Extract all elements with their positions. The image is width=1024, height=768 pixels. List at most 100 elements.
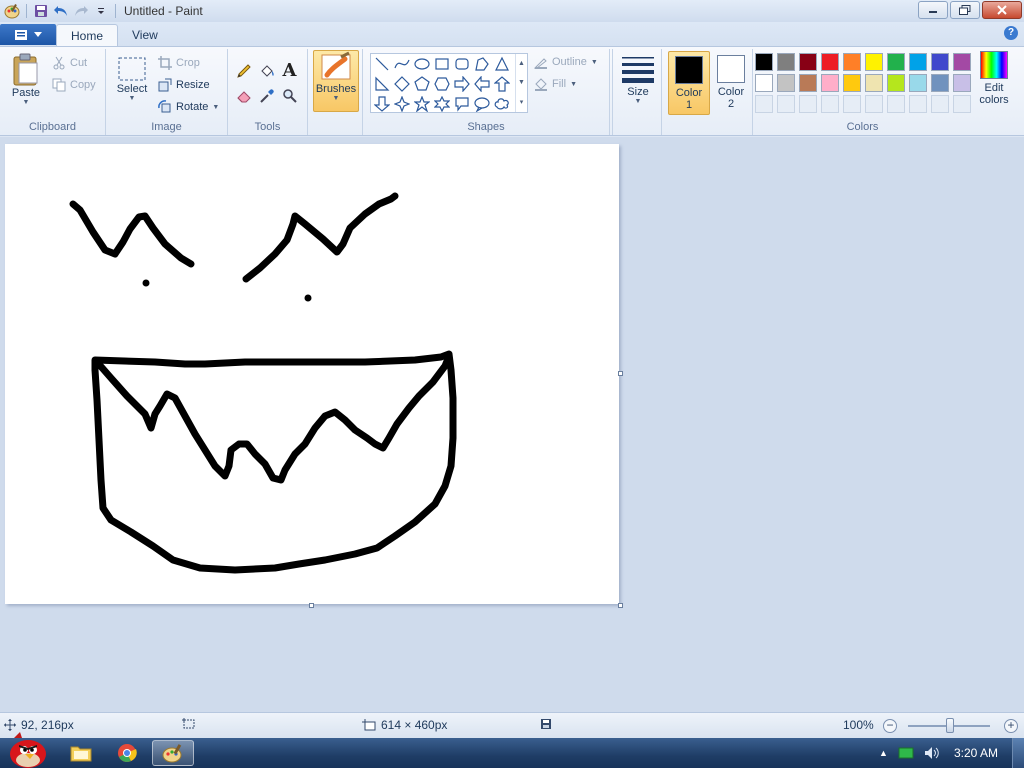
canvas-size-icon: [362, 719, 376, 731]
canvas-size-text: 614 × 460px: [381, 718, 448, 732]
resize-button[interactable]: Resize: [158, 75, 210, 95]
selection-size-icon: [182, 718, 195, 729]
color-picker-icon[interactable]: [256, 85, 277, 106]
chevron-down-icon: ▼: [128, 95, 136, 102]
chevron-down-icon: ▼: [212, 103, 220, 111]
triangle-shape-icon[interactable]: [492, 54, 512, 74]
six-point-star-shape-icon[interactable]: [432, 94, 452, 114]
expand-gallery-icon[interactable]: ▾: [520, 98, 524, 106]
canvas-resize-handle-corner[interactable]: [618, 603, 623, 608]
down-arrow-shape-icon[interactable]: [372, 94, 392, 114]
oval-callout-shape-icon[interactable]: [472, 94, 492, 114]
system-tray: ▲ 3:20 AM: [879, 738, 1024, 768]
chrome-icon: [118, 744, 137, 762]
redo-icon[interactable]: [71, 1, 91, 21]
show-hidden-icons-chevron-icon[interactable]: ▲: [879, 748, 888, 758]
crop-button[interactable]: Crop: [158, 53, 200, 73]
file-size: [540, 718, 552, 730]
zoom-in-button[interactable]: +: [1004, 719, 1018, 733]
paste-label: Paste: [11, 87, 41, 99]
outline-button[interactable]: Outline ▼: [534, 52, 598, 72]
color-spectrum-icon: [980, 51, 1008, 79]
rectangle-shape-icon[interactable]: [432, 54, 452, 74]
zoom-slider-thumb[interactable]: [946, 718, 954, 733]
canvas-resize-handle-right[interactable]: [618, 371, 623, 376]
customize-qat-chevron-icon[interactable]: [91, 1, 111, 21]
outline-icon: [534, 58, 547, 69]
size-label: Size: [627, 86, 649, 98]
show-desktop-button[interactable]: [1012, 738, 1024, 768]
cloud-callout-shape-icon[interactable]: [492, 94, 512, 114]
taskbar-chrome-button[interactable]: [106, 740, 148, 766]
scroll-up-icon[interactable]: ▲: [518, 60, 525, 67]
rounded-callout-shape-icon[interactable]: [452, 94, 472, 114]
size-button[interactable]: Size ▼: [619, 54, 657, 105]
magnifier-icon[interactable]: [279, 85, 300, 106]
text-tool-icon[interactable]: A: [279, 60, 300, 81]
line-shape-icon[interactable]: [372, 54, 392, 74]
diamond-shape-icon[interactable]: [392, 74, 412, 94]
close-button[interactable]: [982, 1, 1022, 19]
color-2-button[interactable]: Color 2: [712, 51, 750, 115]
shapes-scrollbar[interactable]: ▲ ▼ ▾: [515, 54, 527, 112]
title-bar: Untitled - Paint: [0, 0, 1024, 22]
cursor-position-text: 92, 216px: [21, 718, 74, 732]
right-triangle-shape-icon[interactable]: [372, 74, 392, 94]
save-icon[interactable]: [31, 1, 51, 21]
cut-label: Cut: [70, 57, 88, 69]
qat-separator: [26, 4, 27, 18]
right-arrow-shape-icon[interactable]: [452, 74, 472, 94]
rounded-rectangle-shape-icon[interactable]: [452, 54, 472, 74]
five-point-star-shape-icon[interactable]: [412, 94, 432, 114]
restore-button[interactable]: [950, 1, 980, 19]
network-icon[interactable]: [898, 747, 914, 759]
paint-menu-button[interactable]: [0, 24, 56, 45]
crop-label: Crop: [176, 57, 200, 69]
drawing-canvas[interactable]: [5, 144, 619, 604]
eraser-icon[interactable]: [233, 85, 254, 106]
tools-group: A Tools: [228, 49, 308, 135]
canvas-size: 614 × 460px: [362, 718, 447, 732]
pencil-icon[interactable]: [233, 60, 254, 81]
oval-shape-icon[interactable]: [412, 54, 432, 74]
rotate-button[interactable]: Rotate ▼: [158, 97, 219, 117]
canvas-resize-handle-bottom[interactable]: [309, 603, 314, 608]
fill-label: Fill: [552, 78, 567, 90]
paste-button[interactable]: Paste ▼: [8, 53, 44, 106]
curve-shape-icon[interactable]: [392, 54, 412, 74]
copy-button[interactable]: Copy: [52, 75, 96, 95]
paint-app-icon[interactable]: [2, 1, 22, 21]
fill-bucket-icon[interactable]: [256, 60, 277, 81]
taskbar-paint-button[interactable]: [152, 740, 194, 766]
polygon-shape-icon[interactable]: [472, 54, 492, 74]
tab-view[interactable]: View: [118, 24, 172, 46]
fill-button[interactable]: Fill ▼: [534, 74, 577, 94]
four-point-star-shape-icon[interactable]: [392, 94, 412, 114]
edit-colors-button[interactable]: Edit colors: [976, 51, 1012, 106]
teeth-zigzag-stroke: [93, 352, 453, 484]
select-button[interactable]: Select ▼: [114, 55, 150, 102]
chevron-down-icon: ▼: [332, 95, 340, 102]
tab-home[interactable]: Home: [56, 24, 119, 46]
chevron-down-icon: ▼: [590, 58, 598, 66]
edit-colors-label-line2: colors: [979, 94, 1009, 106]
minimize-button[interactable]: [918, 1, 948, 19]
canvas-workspace[interactable]: [0, 137, 1024, 712]
zoom-out-button[interactable]: −: [883, 719, 897, 733]
cut-button[interactable]: Cut: [52, 53, 87, 73]
start-button[interactable]: [4, 732, 48, 768]
scissors-icon: [53, 56, 65, 70]
color-1-button[interactable]: Color 1: [668, 51, 710, 115]
undo-icon[interactable]: [51, 1, 71, 21]
volume-icon[interactable]: [924, 746, 940, 760]
up-arrow-shape-icon[interactable]: [492, 74, 512, 94]
clock[interactable]: 3:20 AM: [954, 746, 998, 760]
resize-label: Resize: [176, 79, 210, 91]
pentagon-shape-icon[interactable]: [412, 74, 432, 94]
scroll-down-icon[interactable]: ▼: [518, 79, 525, 86]
hexagon-shape-icon[interactable]: [432, 74, 452, 94]
left-arrow-shape-icon[interactable]: [472, 74, 492, 94]
help-icon[interactable]: ?: [1004, 26, 1018, 40]
brushes-button[interactable]: Brushes ▼: [313, 50, 359, 112]
taskbar-explorer-button[interactable]: [60, 740, 102, 766]
